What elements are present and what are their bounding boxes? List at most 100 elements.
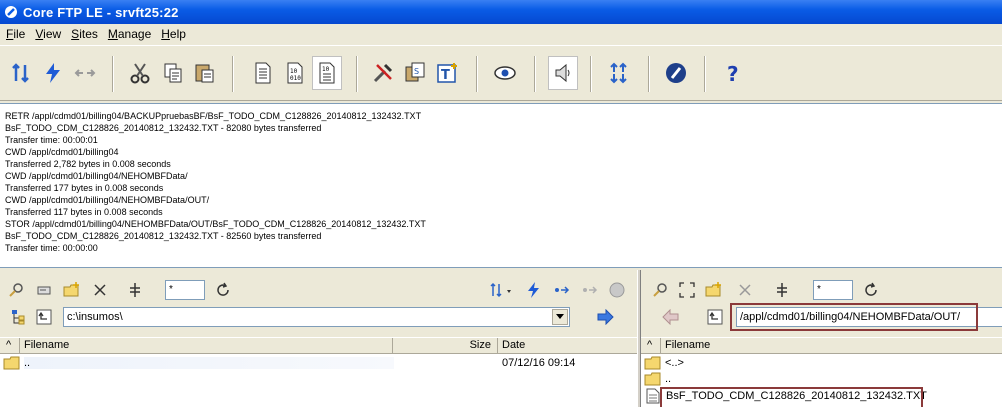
- column-date[interactable]: Date: [498, 338, 637, 354]
- main-toolbar: 10 010 10 S T ?: [0, 45, 1002, 101]
- transfer-queue-icon[interactable]: [604, 56, 634, 90]
- local-pane: * c:\insumos\ ^ Filename Size Date .. 07…: [0, 270, 637, 407]
- stop-icon[interactable]: [607, 280, 627, 300]
- log-line: Transfer time: 00:00:00: [5, 243, 98, 253]
- parent-dir-icon[interactable]: [34, 307, 54, 327]
- toolbar-separator: [590, 56, 592, 92]
- folder-icon: [3, 355, 21, 371]
- help-icon[interactable]: ?: [718, 56, 748, 90]
- remote-list-header: ^ Filename: [641, 337, 1002, 354]
- file-name: <..>: [665, 357, 684, 369]
- title-bar: Core FTP LE - srvft25:22: [0, 0, 1002, 24]
- menu-help[interactable]: Help: [157, 27, 192, 41]
- column-filename[interactable]: Filename: [20, 338, 393, 354]
- site-manager-icon[interactable]: S: [400, 56, 430, 90]
- menu-manage[interactable]: Manage: [104, 27, 157, 41]
- delete-icon[interactable]: [735, 280, 755, 300]
- delete-icon[interactable]: [90, 280, 110, 300]
- folder-icon: [644, 371, 662, 387]
- refresh-icon[interactable]: [861, 280, 881, 300]
- column-filename[interactable]: Filename: [661, 338, 1002, 354]
- list-item[interactable]: <..>: [641, 355, 684, 371]
- go-arrow-icon[interactable]: [595, 307, 615, 327]
- new-folder-icon[interactable]: [704, 280, 724, 300]
- cut-icon[interactable]: [125, 56, 155, 90]
- path-highlight: [730, 303, 978, 331]
- sort-indicator[interactable]: ^: [641, 338, 661, 354]
- toolbar-separator: [232, 56, 234, 92]
- svg-text:10: 10: [322, 66, 330, 73]
- local-path-text: c:\insumos\: [67, 311, 123, 323]
- svg-text:S: S: [414, 67, 419, 76]
- binary-mode-icon[interactable]: 10 010: [280, 56, 310, 90]
- menu-bar: File View Sites Manage Help: [0, 24, 1002, 44]
- sound-icon[interactable]: [548, 56, 578, 90]
- list-item[interactable]: .. 07/12/16 09:14: [0, 355, 637, 371]
- svg-text:?: ?: [727, 62, 739, 85]
- log-line: CWD /appl/cdmd01/billing04: [5, 147, 119, 157]
- sync-icon[interactable]: [552, 280, 572, 300]
- log-line: BsF_TODO_CDM_C128826_20140812_132432.TXT…: [5, 123, 322, 133]
- toolbar-separator: [476, 56, 478, 92]
- remote-filter-input[interactable]: *: [813, 280, 853, 300]
- file-name: ..: [665, 373, 672, 385]
- drive-icon[interactable]: [34, 280, 54, 300]
- view-icon[interactable]: [490, 56, 520, 90]
- column-size[interactable]: Size: [393, 338, 498, 354]
- refresh-icon[interactable]: [213, 280, 233, 300]
- toolbar-separator: [704, 56, 706, 92]
- expand-icon[interactable]: [677, 280, 697, 300]
- local-file-list[interactable]: .. 07/12/16 09:14: [0, 354, 637, 407]
- about-icon[interactable]: [661, 56, 691, 90]
- log-line: Transferred 2,782 bytes in 0.008 seconds: [5, 159, 171, 169]
- ascii-mode-icon[interactable]: [248, 56, 278, 90]
- new-folder-icon[interactable]: [62, 280, 82, 300]
- search-icon[interactable]: [650, 280, 670, 300]
- log-line: CWD /appl/cdmd01/billing04/NEHOMBFData/O…: [5, 195, 210, 205]
- local-filter-input[interactable]: *: [165, 280, 205, 300]
- rename-icon[interactable]: [125, 280, 145, 300]
- svg-text:010: 010: [290, 75, 301, 82]
- disconnect-icon[interactable]: [70, 56, 100, 90]
- toolbar-separator: [112, 56, 114, 92]
- copy-icon[interactable]: [158, 56, 188, 90]
- queue-disabled-icon[interactable]: [580, 280, 600, 300]
- transfer-log[interactable]: RETR /appl/cdmd01/billing04/BACKUPprueba…: [0, 103, 1002, 268]
- file-name: ..: [24, 357, 394, 369]
- rename-icon[interactable]: [772, 280, 792, 300]
- log-line: CWD /appl/cdmd01/billing04/NEHOMBFData/: [5, 171, 188, 181]
- folder-icon: [644, 355, 662, 371]
- menu-view[interactable]: View: [31, 27, 67, 41]
- toolbar-separator: [648, 56, 650, 92]
- log-line: Transfer time: 00:00:01: [5, 135, 98, 145]
- menu-file[interactable]: File: [2, 27, 31, 41]
- quick-connect-icon[interactable]: [38, 56, 68, 90]
- log-line: Transferred 117 bytes in 0.008 seconds: [5, 207, 163, 217]
- chevron-down-icon[interactable]: [552, 309, 568, 325]
- parent-dir-icon[interactable]: [705, 307, 725, 327]
- local-path-combo[interactable]: c:\insumos\: [63, 307, 570, 327]
- svg-text:T: T: [441, 68, 450, 83]
- svg-text:10: 10: [290, 68, 298, 75]
- remote-pane: * /appl/cdmd01/billing04/NEHOMBFData/OUT…: [641, 270, 1002, 407]
- auto-mode-icon[interactable]: 10: [312, 56, 342, 90]
- log-line: BsF_TODO_CDM_C128826_20140812_132432.TXT…: [5, 231, 322, 241]
- file-highlight: [660, 387, 923, 407]
- paste-icon[interactable]: [190, 56, 220, 90]
- transfer-mode-icon[interactable]: [488, 280, 518, 300]
- sort-indicator[interactable]: ^: [0, 338, 20, 354]
- settings-icon[interactable]: [368, 56, 398, 90]
- menu-sites[interactable]: Sites: [67, 27, 104, 41]
- upload-icon[interactable]: [524, 280, 544, 300]
- local-list-header: ^ Filename Size Date: [0, 337, 637, 354]
- window-title: Core FTP LE - srvft25:22: [23, 4, 179, 20]
- back-arrow-icon[interactable]: [661, 307, 681, 327]
- terminal-icon[interactable]: T: [432, 56, 462, 90]
- coreftp-logo-icon[interactable]: [4, 5, 18, 19]
- folder-tree-icon[interactable]: [8, 307, 28, 327]
- search-icon[interactable]: [6, 280, 26, 300]
- log-line: STOR /appl/cdmd01/billing04/NEHOMBFData/…: [5, 219, 426, 229]
- connect-icon[interactable]: [6, 56, 36, 90]
- toolbar-separator: [534, 56, 536, 92]
- list-item[interactable]: ..: [641, 371, 671, 387]
